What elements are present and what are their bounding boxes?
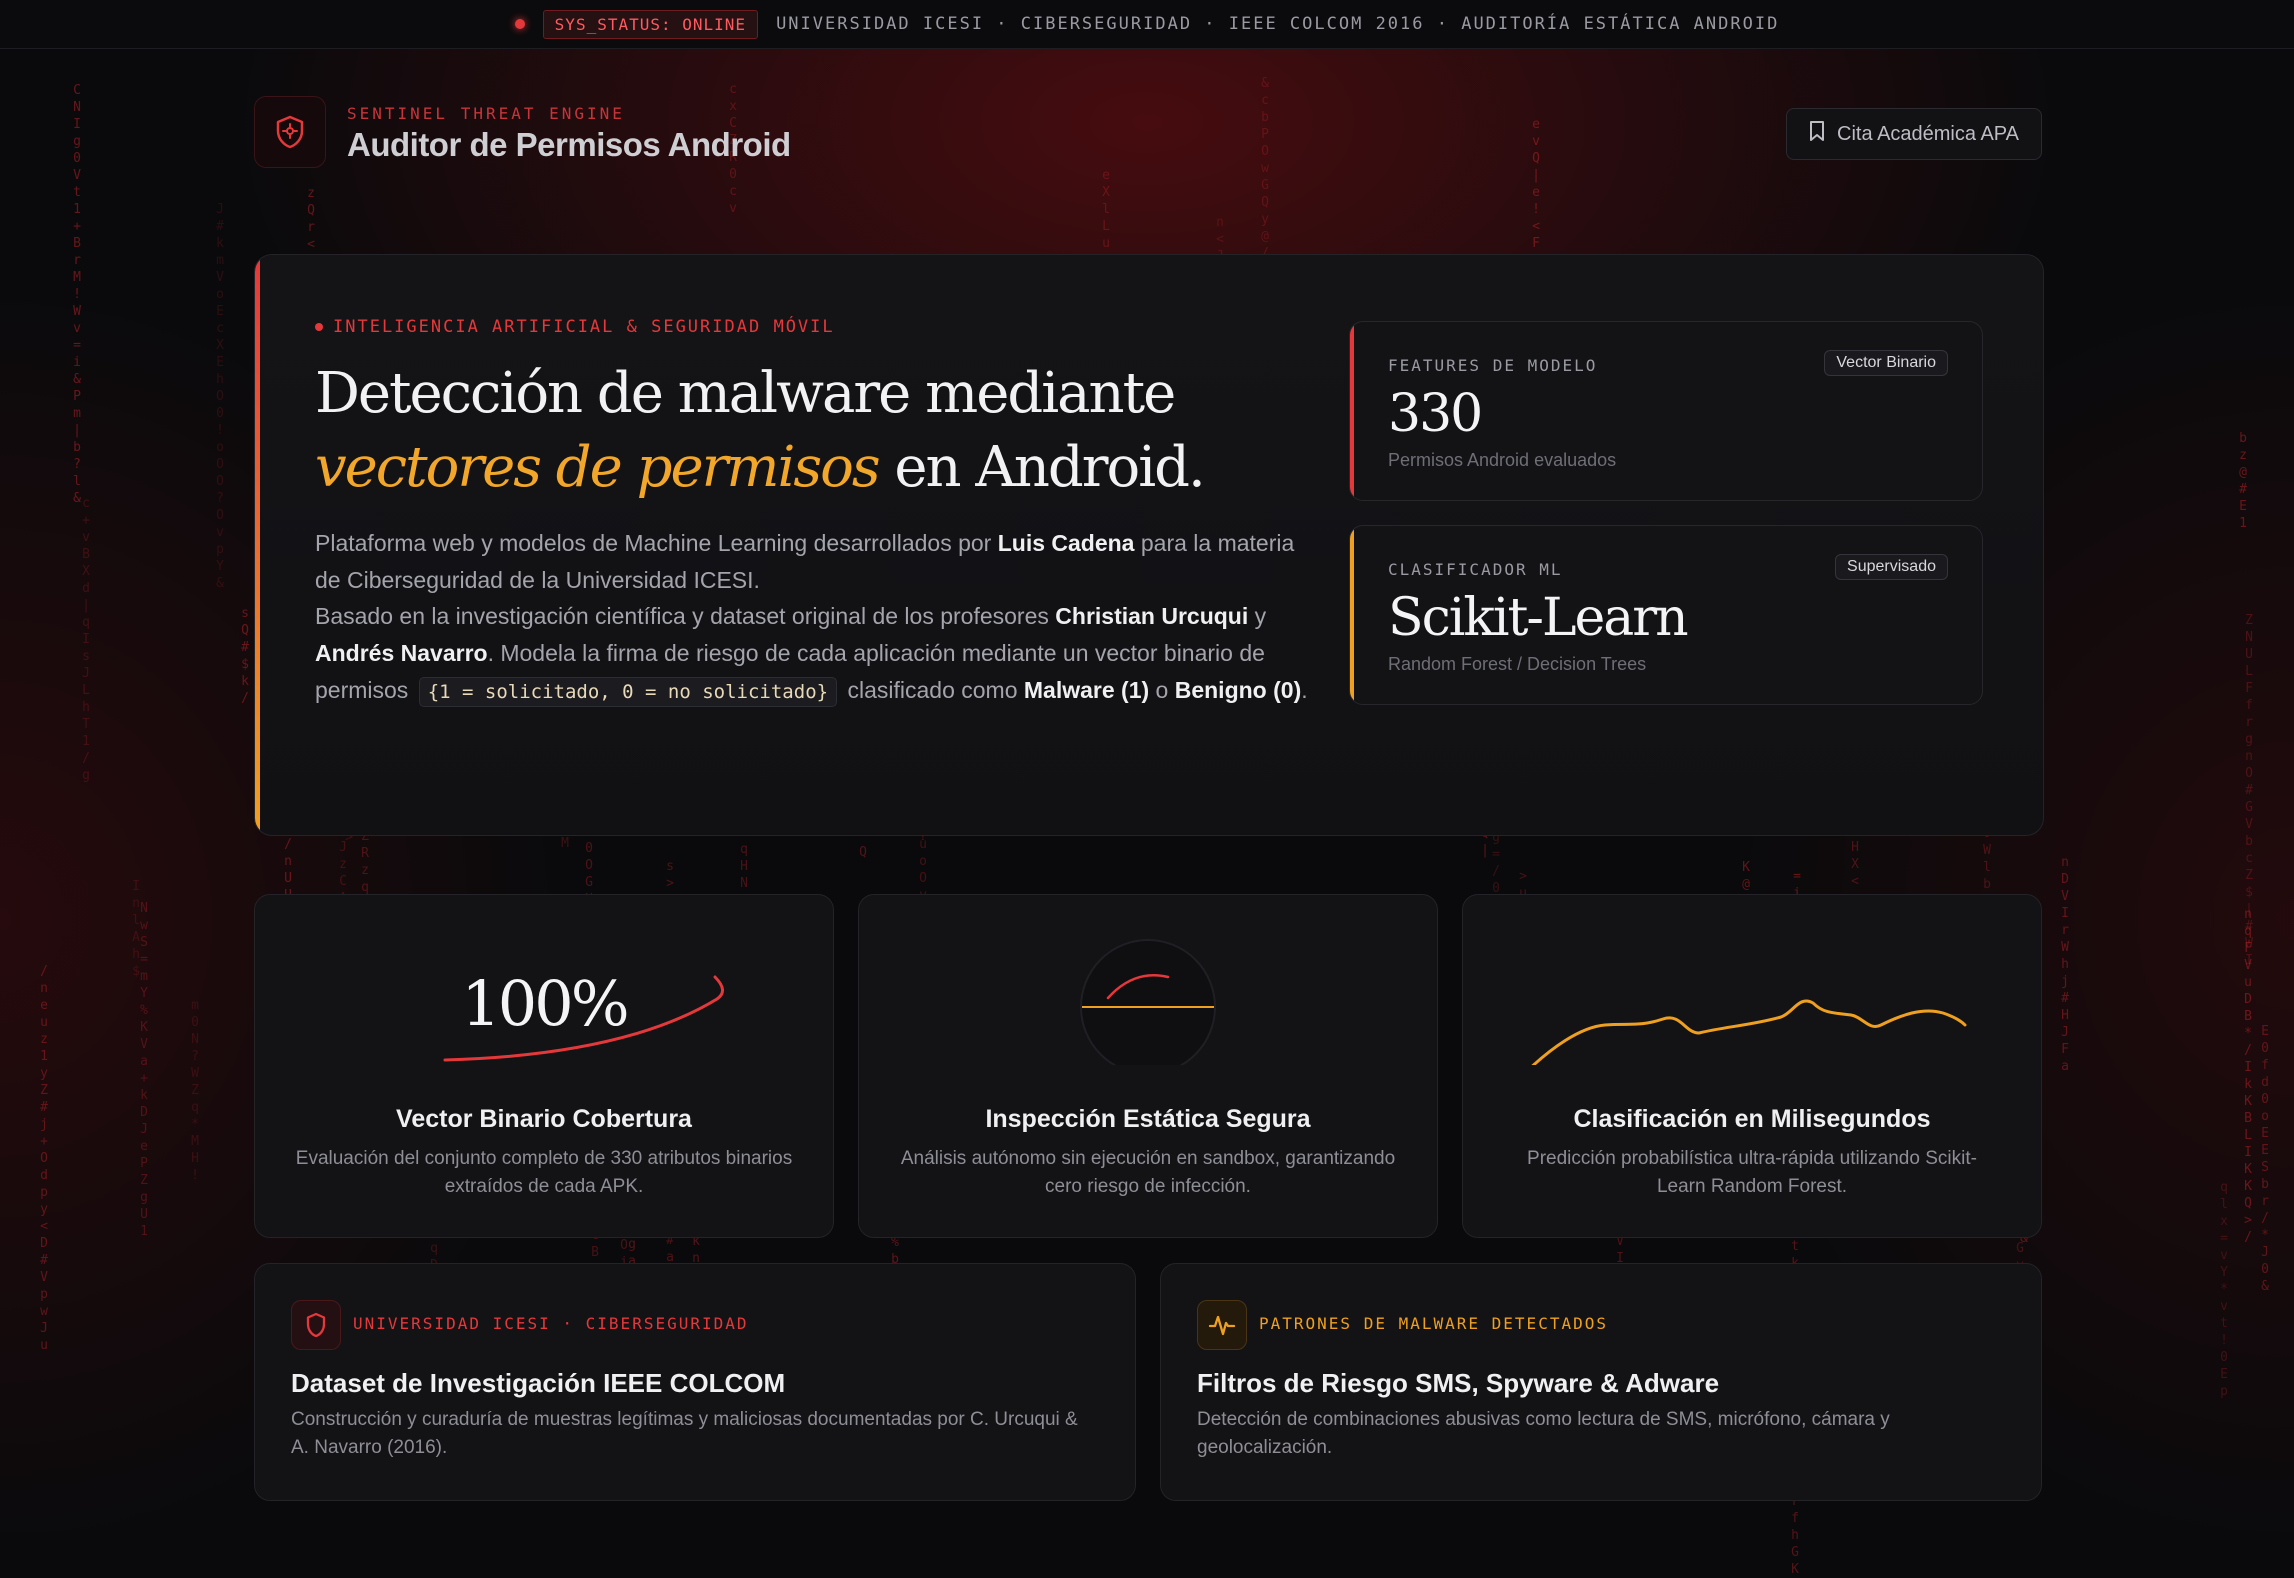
stat-tag: Supervisado <box>1835 554 1948 580</box>
matrix-rain-column: C N I g 0 V t 1 + B r M ! W v = i & P m … <box>73 83 81 506</box>
card-kicker: UNIVERSIDAD ICESI · CIBERSEGURIDAD <box>353 1314 749 1333</box>
stat-card-classifier: CLASIFICADOR ML Supervisado Scikit-Learn… <box>1349 525 1983 705</box>
hero-title-highlight: vectores de permisos <box>315 435 881 500</box>
stat-label: FEATURES DE MODELO <box>1388 356 1598 375</box>
feature-description: Evaluación del conjunto completo de 330 … <box>295 1148 793 1197</box>
hero-panel: INTELIGENCIA ARTIFICIAL & SEGURIDAD MÓVI… <box>254 254 2044 836</box>
radar-scan-icon <box>1080 939 1216 1065</box>
shield-icon <box>291 1300 341 1350</box>
feature-title: Inspección Estática Segura <box>985 1105 1311 1133</box>
stat-accent-bar <box>1350 526 1354 704</box>
stat-card-features: FEATURES DE MODELO Vector Binario 330 Pe… <box>1349 321 1983 501</box>
hero-title-text-end: en Android. <box>878 435 1205 500</box>
author-name: Luis Cadena <box>997 530 1135 556</box>
hero-kicker: INTELIGENCIA ARTIFICIAL & SEGURIDAD MÓVI… <box>315 317 835 337</box>
binary-vector-code: {1 = solicitado, 0 = no solicitado} <box>418 677 838 707</box>
matrix-rain-column: E 0 f d 0 o E E S b r / * J 0 & <box>2261 1024 2269 1294</box>
card-description: Detección de combinaciones abusivas como… <box>1197 1409 1890 1458</box>
matrix-rain-column: s Q # $ k / <box>241 606 249 706</box>
feature-card-classification-speed: Clasificación en Milisegundos Predicción… <box>1462 894 2042 1238</box>
feature-description: Análisis autónomo sin ejecución en sandb… <box>900 1148 1396 1197</box>
text-span: clasificado como <box>841 677 1024 703</box>
stat-subtitle: Permisos Android evaluados <box>1388 450 1617 470</box>
stat-value: 330 <box>1388 384 1483 444</box>
stat-subtitle: Random Forest / Decision Trees <box>1388 654 1647 674</box>
card-title: Filtros de Riesgo SMS, Spyware & Adware <box>1197 1368 1720 1398</box>
malware-label: Malware (1) <box>1023 677 1150 703</box>
bookmark-icon <box>1809 121 1825 147</box>
card-title: Dataset de Investigación IEEE COLCOM <box>291 1368 786 1398</box>
feature-card-static-inspection: Inspección Estática Segura Análisis autó… <box>858 894 1438 1238</box>
page-title: Auditor de Permisos Android <box>347 126 791 163</box>
text-span: o <box>1149 677 1175 703</box>
card-kicker: PATRONES DE MALWARE DETECTADOS <box>1259 1314 1608 1333</box>
matrix-rain-column: J # k m V o E c X E h O 0 ! o O O ? O v … <box>216 202 224 591</box>
breadcrumb: UNIVERSIDAD ICESI · CIBERSEGURIDAD · IEE… <box>776 14 1780 34</box>
dataset-info-card: UNIVERSIDAD ICESI · CIBERSEGURIDAD Datas… <box>254 1263 1136 1501</box>
card-description: Construcción y curaduría de muestras leg… <box>291 1409 1078 1458</box>
text-span: Plataforma web y modelos de Machine Lear… <box>315 530 998 556</box>
kicker-dot-icon <box>315 323 323 331</box>
coverage-arc-graphic <box>443 975 724 1062</box>
activity-icon <box>1197 1300 1247 1350</box>
matrix-rain-column: q l x = v Y * v t ! 0 E p <box>2220 1180 2228 1399</box>
matrix-rain-column: c + v B X d | q I s J L h T 1 / g <box>82 496 90 783</box>
hero-title-text: Detección de malware mediante <box>315 361 1176 426</box>
feature-description: Predicción probabilística ultra-rápida u… <box>1527 1148 1977 1197</box>
status-badge: SYS_STATUS: ONLINE <box>542 9 759 39</box>
waveform-graphic <box>1531 999 1967 1065</box>
matrix-rain-column: Z N U L F f r g n O # G V b c Z $ | # W … <box>2245 613 2253 968</box>
hero-kicker-text: INTELIGENCIA ARTIFICIAL & SEGURIDAD MÓVI… <box>333 317 835 337</box>
stat-accent-bar <box>1350 322 1354 500</box>
hero-paragraph-authors: Plataforma web y modelos de Machine Lear… <box>315 525 1315 599</box>
system-status-bar: SYS_STATUS: ONLINE UNIVERSIDAD ICESI · C… <box>0 0 2294 49</box>
app-header: SENTINEL THREAT ENGINE Auditor de Permis… <box>254 96 2042 168</box>
feature-card-coverage: 100% Vector Binario Cobertura Evaluación… <box>254 894 834 1238</box>
shield-icon <box>254 96 326 168</box>
cite-apa-button[interactable]: Cita Académica APA <box>1786 108 2042 160</box>
matrix-rain-column: I n l A h $ <box>132 879 140 979</box>
text-span: y <box>1248 603 1267 629</box>
text-span: . <box>1301 677 1308 703</box>
stat-value: Scikit-Learn <box>1388 588 1689 648</box>
feature-title: Clasificación en Milisegundos <box>1573 1105 1931 1133</box>
stat-tag: Vector Binario <box>1824 350 1948 376</box>
feature-title: Vector Binario Cobertura <box>396 1105 692 1133</box>
brand-kicker: SENTINEL THREAT ENGINE <box>347 104 625 123</box>
hero-paragraph-research: Basado en la investigación científica y … <box>315 598 1315 709</box>
hero-accent-bar <box>255 255 260 835</box>
malware-patterns-card: PATRONES DE MALWARE DETECTADOS Filtros d… <box>1160 1263 2042 1501</box>
benign-label: Benigno (0) <box>1174 677 1302 703</box>
matrix-rain-column: m 0 N ? W Z q * M H ! <box>191 998 199 1183</box>
status-dot-icon <box>514 19 525 29</box>
matrix-rain-column: b z @ # E 1 <box>2239 431 2247 531</box>
hero-title: Detección de malware mediante vectores d… <box>315 357 1275 505</box>
professor-name: Christian Urcuqui <box>1055 603 1249 629</box>
stat-label: CLASIFICADOR ML <box>1388 560 1563 579</box>
professor-name: Andrés Navarro <box>315 640 488 666</box>
cite-apa-label: Cita Académica APA <box>1837 122 2019 145</box>
matrix-rain-column: / n e u z 1 y Z # j + O d p y < D # V p … <box>40 964 48 1353</box>
matrix-rain-column: n D V I r W h j # H J F a <box>2061 855 2069 1074</box>
text-span: Basado en la investigación científica y … <box>315 603 1056 629</box>
